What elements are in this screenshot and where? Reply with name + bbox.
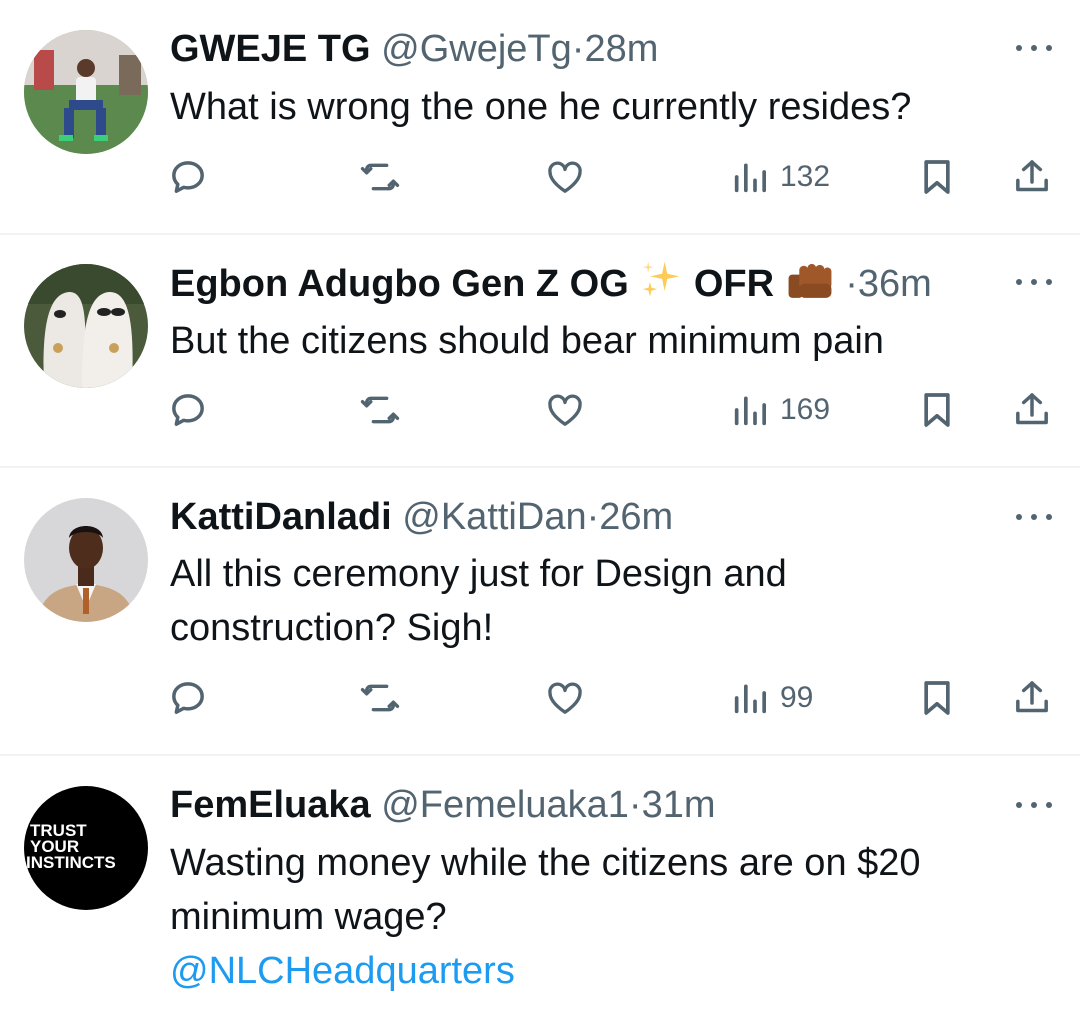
repost-icon: [360, 684, 400, 712]
reply-button[interactable]: [168, 385, 208, 435]
more-options-icon[interactable]: [1016, 800, 1052, 810]
share-button[interactable]: [1012, 673, 1052, 723]
reply-button[interactable]: [168, 673, 208, 723]
tweet[interactable]: TRUST YOUR INSTINCTS FemEluaka @Femeluak…: [0, 756, 1080, 1011]
reply-icon: [172, 682, 204, 714]
like-button[interactable]: [545, 385, 585, 435]
separator-dot: ·: [586, 496, 600, 538]
avatar-text-line: INSTINCTS: [26, 853, 116, 872]
heart-icon: [548, 161, 582, 193]
avatar[interactable]: TRUST YOUR INSTINCTS: [24, 786, 148, 910]
raised-fist-icon: [785, 258, 835, 314]
heart-icon: [548, 682, 582, 714]
display-name[interactable]: Egbon Adugbo Gen Z OG: [170, 263, 629, 305]
share-button[interactable]: [1012, 152, 1052, 202]
tweet-text-line: minimum wage?: [170, 896, 447, 938]
tweet-text: But the citizens should bear minimum pai…: [170, 320, 884, 362]
tweet-text-line: Wasting money while the citizens are on …: [170, 842, 921, 884]
share-button[interactable]: [1012, 385, 1052, 435]
avatar[interactable]: [24, 264, 148, 388]
bookmark-button[interactable]: [917, 673, 957, 723]
action-bar: 132: [0, 152, 1080, 202]
bar-chart-icon: [734, 684, 766, 714]
share-icon: [1016, 393, 1048, 425]
reply-button[interactable]: [168, 152, 208, 202]
bookmark-icon: [924, 681, 950, 715]
avatar[interactable]: [24, 30, 148, 154]
tweet-text: What is wrong the one he currently resid…: [170, 86, 912, 128]
tweet-text-line: construction? Sigh!: [170, 607, 494, 649]
repost-icon: [360, 163, 400, 191]
sparkles-icon: [639, 258, 683, 314]
tweet-text: All this ceremony just for Design and co…: [170, 547, 1050, 655]
tweet[interactable]: Egbon Adugbo Gen Z OG OFR ·36m But the c…: [0, 235, 1080, 466]
display-name[interactable]: FemEluaka: [170, 784, 371, 826]
tweet-header: GWEJE TG @GwejeTg·28m: [170, 25, 658, 73]
views-count: 132: [780, 160, 831, 193]
user-handle[interactable]: @GwejeTg: [381, 28, 572, 70]
tweet[interactable]: KattiDanladi @KattiDan·26m All this cere…: [0, 468, 1080, 754]
display-name[interactable]: GWEJE TG: [170, 28, 371, 70]
bookmark-icon: [924, 160, 950, 194]
reply-icon: [172, 161, 204, 193]
views-count: 169: [780, 393, 831, 426]
timestamp[interactable]: 28m: [584, 28, 658, 70]
separator-dot: ·: [628, 784, 642, 826]
share-icon: [1016, 681, 1048, 713]
separator-dot: ·: [571, 28, 585, 70]
repost-icon: [360, 396, 400, 424]
tweet-text: Wasting money while the citizens are on …: [170, 836, 1050, 998]
tweet-header: Egbon Adugbo Gen Z OG OFR ·36m: [170, 258, 932, 314]
views-button[interactable]: 169: [730, 385, 830, 435]
mention-link[interactable]: @NLCHeadquarters: [170, 944, 1050, 998]
user-handle[interactable]: @Femeluaka1: [381, 784, 629, 826]
bookmark-button[interactable]: [917, 385, 957, 435]
more-options-icon[interactable]: [1016, 43, 1052, 53]
tweet-header: KattiDanladi @KattiDan·26m: [170, 493, 673, 541]
views-count: 99: [780, 681, 814, 714]
bookmark-button[interactable]: [917, 152, 957, 202]
tweet-header: FemEluaka @Femeluaka1·31m: [170, 781, 715, 829]
bar-chart-icon: [734, 396, 766, 426]
views-button[interactable]: 132: [730, 152, 830, 202]
display-name[interactable]: KattiDanladi: [170, 496, 392, 538]
bookmark-icon: [924, 393, 950, 427]
display-name-suffix[interactable]: OFR: [694, 263, 774, 305]
like-button[interactable]: [545, 152, 585, 202]
repost-button[interactable]: [360, 673, 400, 723]
timestamp[interactable]: 26m: [599, 496, 673, 538]
separator-dot: ·: [845, 263, 858, 305]
more-options-icon[interactable]: [1016, 512, 1052, 522]
action-bar: 169: [0, 385, 1080, 435]
action-bar: 99: [0, 673, 1080, 723]
repost-button[interactable]: [360, 385, 400, 435]
avatar[interactable]: [24, 498, 148, 622]
timestamp[interactable]: 36m: [858, 263, 932, 305]
share-icon: [1016, 160, 1048, 192]
more-options-icon[interactable]: [1016, 277, 1052, 287]
views-button[interactable]: 99: [730, 673, 813, 723]
like-button[interactable]: [545, 673, 585, 723]
user-handle[interactable]: @KattiDan: [402, 496, 586, 538]
reply-icon: [172, 394, 204, 426]
heart-icon: [548, 394, 582, 426]
bar-chart-icon: [734, 163, 766, 193]
tweet-text-line: All this ceremony just for Design and: [170, 553, 787, 595]
tweet[interactable]: GWEJE TG @GwejeTg·28m What is wrong the …: [0, 0, 1080, 233]
repost-button[interactable]: [360, 152, 400, 202]
timestamp[interactable]: 31m: [642, 784, 716, 826]
